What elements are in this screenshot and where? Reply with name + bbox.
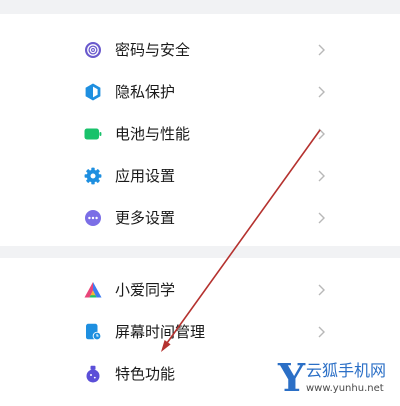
settings-row-label: 特色功能 [115, 365, 176, 383]
watermark-logo: Y 云狐手机网 www.yunhu.net [278, 356, 398, 404]
settings-row-label: 更多设置 [115, 209, 176, 227]
more-settings-dots-icon [84, 209, 102, 227]
watermark-letter: Y [278, 355, 306, 400]
chevron-right-icon [316, 212, 326, 224]
settings-row-screen-time[interactable]: 屏幕时间管理 [0, 312, 400, 352]
settings-row-password-security[interactable]: 密码与安全 [0, 30, 400, 70]
settings-group-1: 密码与安全 隐私保护 电池与性能 应用设置 更多设置 [0, 14, 400, 246]
special-features-flask-icon [84, 365, 102, 383]
xiaoai-assistant-icon [84, 281, 102, 299]
app-settings-gear-icon [84, 167, 102, 185]
settings-row-battery-performance[interactable]: 电池与性能 [0, 114, 400, 154]
chevron-right-icon [316, 86, 326, 98]
screen-time-icon [84, 323, 102, 341]
settings-row-label: 应用设置 [115, 167, 176, 185]
settings-row-more-settings[interactable]: 更多设置 [0, 198, 400, 238]
battery-icon [84, 125, 102, 143]
chevron-right-icon [316, 44, 326, 56]
chevron-right-icon [316, 326, 326, 338]
chevron-right-icon [316, 170, 326, 182]
settings-row-label: 屏幕时间管理 [115, 323, 206, 341]
settings-row-privacy[interactable]: 隐私保护 [0, 72, 400, 112]
settings-row-label: 隐私保护 [115, 83, 176, 101]
settings-row-label: 密码与安全 [115, 41, 191, 59]
watermark-name: 云狐手机网 [306, 361, 387, 380]
watermark-url: www.yunhu.net [306, 383, 384, 394]
settings-row-app-settings[interactable]: 应用设置 [0, 156, 400, 196]
settings-row-label: 小爱同学 [115, 281, 176, 299]
chevron-right-icon [316, 128, 326, 140]
fingerprint-icon [84, 41, 102, 59]
privacy-shield-icon [84, 83, 102, 101]
settings-row-xiaoai[interactable]: 小爱同学 [0, 270, 400, 310]
settings-row-label: 电池与性能 [115, 125, 191, 143]
chevron-right-icon [316, 284, 326, 296]
